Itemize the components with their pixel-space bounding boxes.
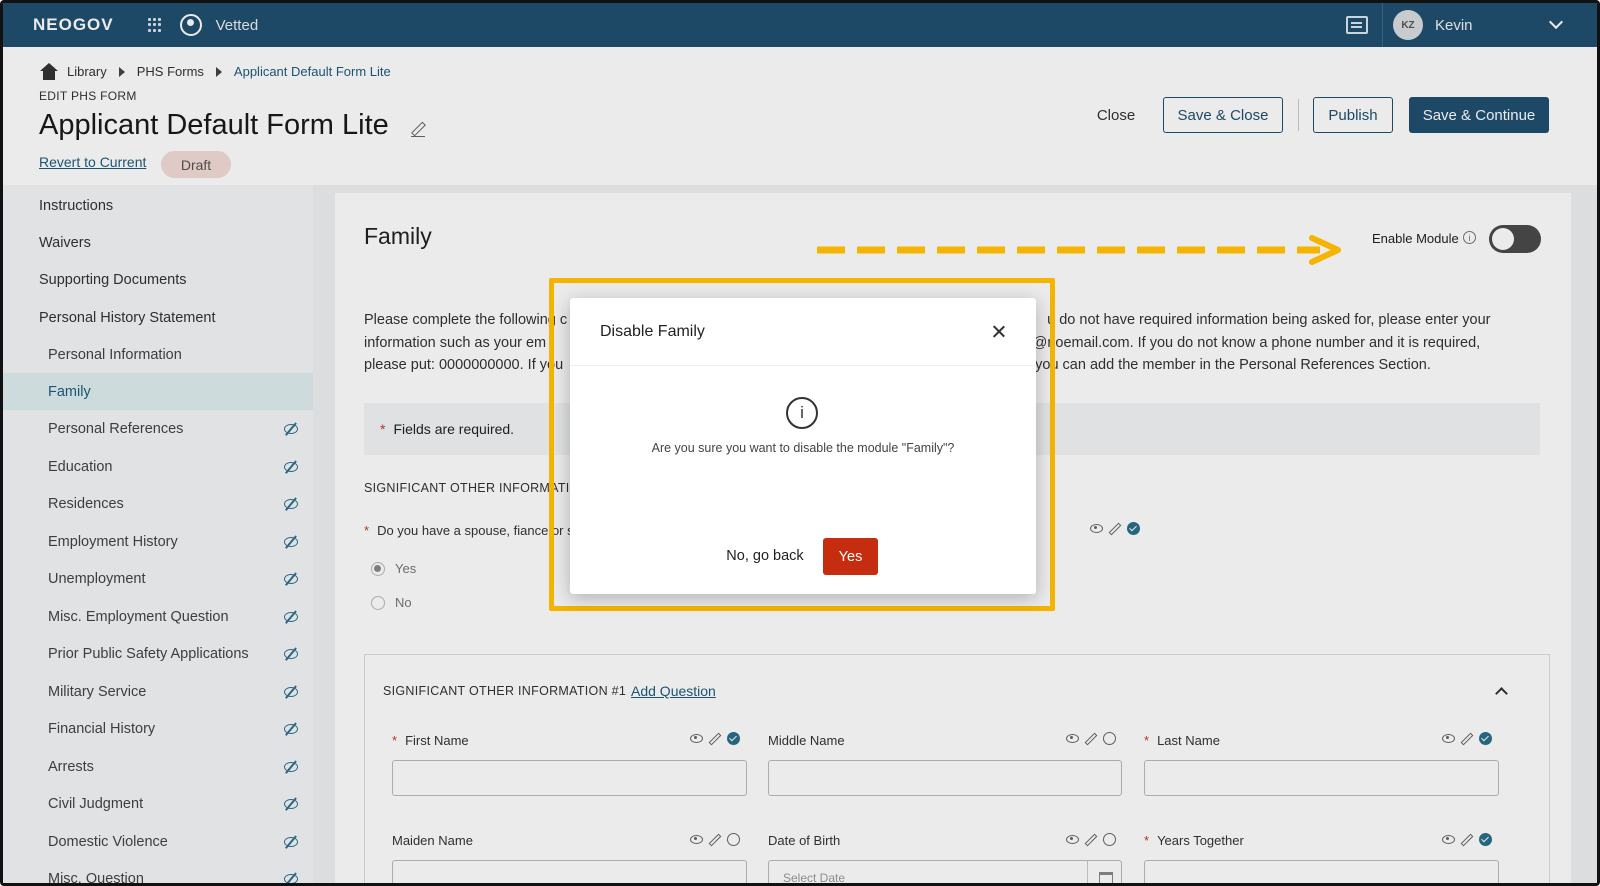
no-go-back-button[interactable]: No, go back [720, 538, 810, 574]
close-icon[interactable] [992, 325, 1006, 339]
app-window: NEOGOV Vetted KZ Kevin Library PHS Forms… [0, 0, 1600, 886]
annotation-arrow [817, 235, 1341, 265]
dialog-header: Disable Family [570, 298, 1036, 366]
info-circle-icon: i [786, 397, 818, 429]
dialog-message: Are you sure you want to disable the mod… [651, 441, 955, 455]
yes-button[interactable]: Yes [823, 538, 878, 575]
disable-module-dialog: Disable Family i Are you sure you want t… [570, 298, 1036, 594]
dialog-title: Disable Family [600, 322, 705, 340]
